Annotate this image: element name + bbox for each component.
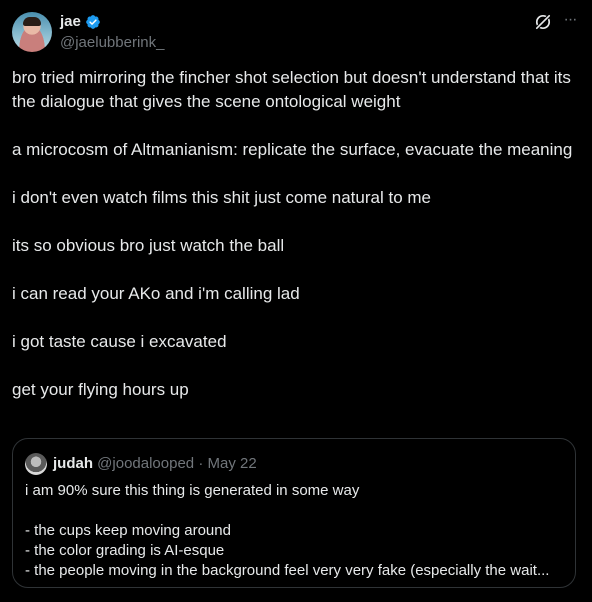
- tweet: jae @jaelubberink_ ··· bro tried mirrori…: [0, 0, 592, 602]
- quoted-tweet[interactable]: judah @joodalooped · May 22 i am 90% sur…: [12, 438, 576, 588]
- tweet-line: i don't even watch films this shit just …: [12, 188, 431, 207]
- tweet-line: get your flying hours up: [12, 380, 189, 399]
- tweet-line: a microcosm of Altmanianism: replicate t…: [12, 140, 573, 159]
- author-display-name[interactable]: jae: [60, 13, 81, 30]
- quote-header: judah @joodalooped · May 22: [53, 455, 257, 472]
- quote-bullet: - the color grading is AI-esque: [25, 542, 225, 559]
- tweet-line: i can read your AKo and i'm calling lad: [12, 284, 300, 303]
- quote-handle: @joodalooped: [97, 455, 195, 472]
- quote-bullet: - the cups keep moving around: [25, 522, 231, 539]
- quote-separator: ·: [198, 455, 204, 472]
- tweet-line: its so obvious bro just watch the ball: [12, 236, 285, 255]
- avatar-hair: [23, 17, 41, 26]
- tweet-text: bro tried mirroring the fincher shot sel…: [12, 66, 582, 426]
- quote-text: i am 90% sure this thing is generated in…: [25, 481, 565, 581]
- quote-intro: i am 90% sure this thing is generated in…: [25, 482, 360, 499]
- verified-badge-icon: [86, 14, 100, 29]
- tweet-line: bro tried mirroring the fincher shot sel…: [12, 68, 571, 111]
- quote-author-avatar: [25, 453, 47, 475]
- grok-icon[interactable]: [533, 12, 553, 32]
- quote-date: May 22: [207, 455, 257, 472]
- more-options-icon[interactable]: ···: [559, 11, 581, 31]
- tweet-line: i got taste cause i excavated: [12, 332, 227, 351]
- author-name-row: jae: [60, 13, 101, 30]
- author-handle[interactable]: @jaelubberink_: [60, 34, 164, 51]
- quote-spacer: [25, 501, 565, 521]
- quote-bullet: - the people moving in the background fe…: [25, 562, 550, 579]
- author-avatar[interactable]: [12, 12, 52, 52]
- quote-display-name: judah: [53, 455, 93, 472]
